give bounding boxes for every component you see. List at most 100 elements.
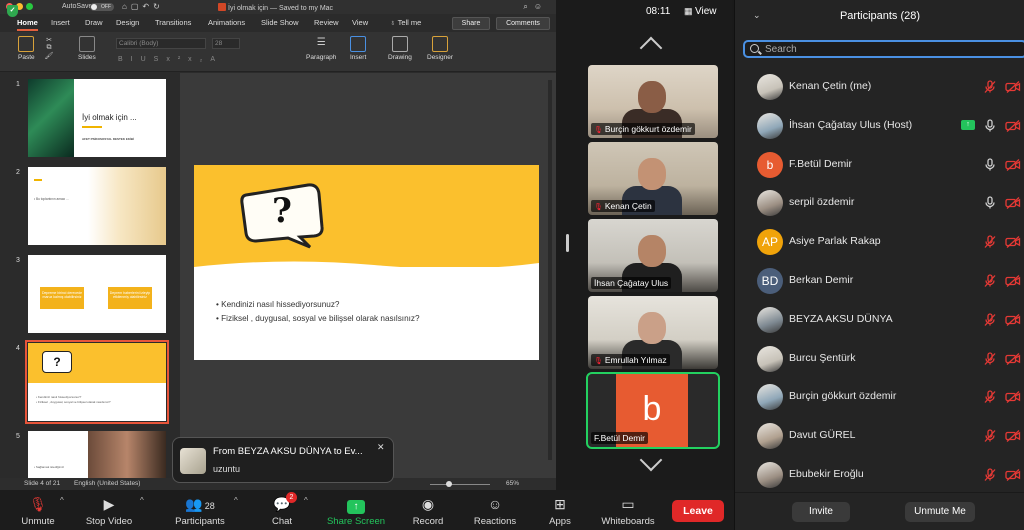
participant-row[interactable]: b F.Betül Demir [735,146,1024,184]
slide-thumbnail-1[interactable]: İyi olmak için ... AFET PSİKOSOSYAL DEST… [28,79,166,157]
video-gallery: 08:11 View 🎙Burçin gökkurt özdemir 🎙Kena… [556,0,732,490]
video-tile-active-speaker[interactable]: b F.Betül Demir [586,372,720,449]
paragraph-button[interactable]: ☰ Paragraph [306,36,336,61]
tab-animations[interactable]: Animations [208,18,245,27]
zoom-level[interactable]: 65% [506,480,519,487]
insert-label: Insert [350,54,367,61]
stop-video-button[interactable]: ▶ Stop Video [82,494,136,527]
participant-row[interactable]: BD Berkan Demir [735,262,1024,300]
slide-thumbnail-pane: 1 İyi olmak için ... AFET PSİKOSOSYAL DE… [0,73,178,478]
participant-row[interactable]: AP Asiye Parlak Rakap [735,223,1024,261]
apps-button[interactable]: ⊞ Apps [544,494,576,527]
participant-name: Burcu Şentürk [789,351,856,364]
slide-thumbnail-4[interactable]: ? • Kendinizi nasıl hissediyorsunuz? • Fi… [25,340,169,424]
leave-meeting-button[interactable]: Leave [672,500,724,522]
unmute-me-button[interactable]: Unmute Me [905,502,975,522]
participant-row[interactable]: Kenan Çetin (me) [735,68,1024,106]
slide-thumbnail-5[interactable]: • Sağlamak istediğimiz [28,431,166,478]
panel-resize-handle[interactable] [566,234,569,252]
slides-button[interactable]: Slides [78,36,96,61]
reactions-button[interactable]: ☺ Reactions [470,494,520,527]
mic-muted-icon: 🎙 [594,204,603,211]
whiteboards-button[interactable]: ▭ Whiteboards [598,494,658,527]
current-slide[interactable]: ? Kendinizi nasıl hissediyorsunuz? Fizik… [194,165,539,360]
participant-search[interactable] [743,40,1024,58]
slide-thumbnail-2[interactable]: • Bu toplantının amacı ... [28,167,166,245]
slide-counter: Slide 4 of 21 [24,480,61,487]
tab-design[interactable]: Design [116,18,139,27]
ppt-comments-button[interactable]: Comments [496,17,550,30]
caret-up-icon[interactable]: ^ [304,496,308,505]
tab-tell-me[interactable]: ♁ Tell me [390,18,421,27]
mic-icon [985,119,995,132]
whiteboards-label: Whiteboards [601,516,655,527]
participant-row[interactable]: serpil özdemir [735,184,1024,222]
tab-transitions[interactable]: Transitions [155,18,191,27]
video-tile[interactable]: İhsan Çağatay Ulus [588,219,718,292]
close-icon[interactable]: ✕ [377,442,385,453]
paste-button[interactable]: Paste [18,36,35,61]
participant-row[interactable]: BEYZA AKSU DÜNYA [735,301,1024,339]
thumb-3-box-1: Depreme birinci derecede maruz kalmış ol… [40,287,84,309]
unmute-button[interactable]: 🎙 Unmute [18,494,58,527]
participant-row[interactable]: Burcu Şentürk [735,340,1024,378]
thumb-2-text: • Bu toplantının amacı ... [34,197,69,201]
participant-row[interactable]: Ebubekir Eroğlu [735,456,1024,494]
tab-review[interactable]: Review [314,18,339,27]
record-button[interactable]: ◉ Record [408,494,448,527]
designer-button[interactable]: Designer [427,36,453,61]
chevron-down-icon[interactable] [639,448,663,472]
participant-name: F.Betül Demir [789,157,853,170]
caret-up-icon[interactable]: ^ [60,496,64,505]
chevron-up-icon[interactable] [639,36,663,60]
invite-button[interactable]: Invite [792,502,850,522]
tab-slide-show[interactable]: Slide Show [261,18,299,27]
font-name-select[interactable]: Calibri (Body) [116,38,206,49]
window-maximize-button[interactable] [26,3,33,10]
quick-access-icons[interactable]: ⌂▢↶↻ [122,2,164,11]
search-input[interactable] [765,42,1015,56]
tab-view[interactable]: View [352,18,368,27]
caret-up-icon[interactable]: ^ [234,496,238,505]
titlebar-search-icon[interactable]: ⌕☺ [523,2,548,12]
zoom-slider-track[interactable] [430,484,490,485]
insert-button[interactable]: Insert [350,36,366,61]
drawing-button[interactable]: Drawing [388,36,412,61]
mic-muted-icon [984,351,996,365]
autosave-label: AutoSave [62,3,93,10]
cut-copy-icons[interactable]: ✂ ⧉ 🖌 [44,36,54,66]
chat-notification[interactable]: From BEYZA AKSU DÜNYA to Ev... uzuntu ✕ [172,437,394,483]
sender-avatar [180,448,206,474]
thumb-4-line-2: • Fiziksel , duygusal, sosyal ve bilişse… [36,400,111,404]
participants-panel: ⌄ Participants (28) Kenan Çetin (me)İhsa… [734,0,1024,530]
thumb-number: 2 [16,169,20,176]
share-screen-button[interactable]: ↑ Share Screen [324,494,388,527]
language-indicator[interactable]: English (United States) [74,480,140,487]
tab-draw[interactable]: Draw [85,18,103,27]
video-tile[interactable]: 🎙 Burçin gökkurt özdemir [588,65,718,138]
text-format-buttons[interactable]: BIUSx²x₂A [118,56,223,63]
camera-off-icon [1005,430,1021,443]
font-size-select[interactable]: 28 [212,38,240,49]
caret-up-icon[interactable]: ^ [140,496,144,505]
participants-button[interactable]: 👥 28 Participants [170,494,230,527]
mic-muted-icon [984,80,996,93]
chat-unread-badge: 2 [286,492,297,503]
autosave-toggle[interactable]: OFF [90,3,114,11]
participant-row[interactable]: Davut GÜREL [735,417,1024,455]
participant-row[interactable]: İhsan Çağatay Ulus (Host) ↑ [735,107,1024,145]
participant-row[interactable]: Burçin gökkurt özdemir [735,378,1024,416]
slide-scrollbar[interactable] [548,80,552,460]
slide-thumbnail-3[interactable]: Depreme birinci derecede maruz kalmış ol… [28,255,166,333]
ppt-share-button[interactable]: Share [452,17,490,30]
zoom-slider-handle[interactable] [446,481,452,487]
video-tile[interactable]: 🎙 Emrullah Yılmaz [588,296,718,369]
slide-wave-shape [194,261,539,277]
thumb-4-text: • Kendinizi nasıl hissediyorsunuz? • Fizi… [36,395,111,405]
tab-home[interactable]: Home [17,18,38,31]
participant-face [638,158,666,190]
video-tile[interactable]: 🎙 Kenan Çetin [588,142,718,215]
tab-insert[interactable]: Insert [51,18,70,27]
avatar [757,423,783,450]
view-button[interactable]: View [684,6,717,17]
